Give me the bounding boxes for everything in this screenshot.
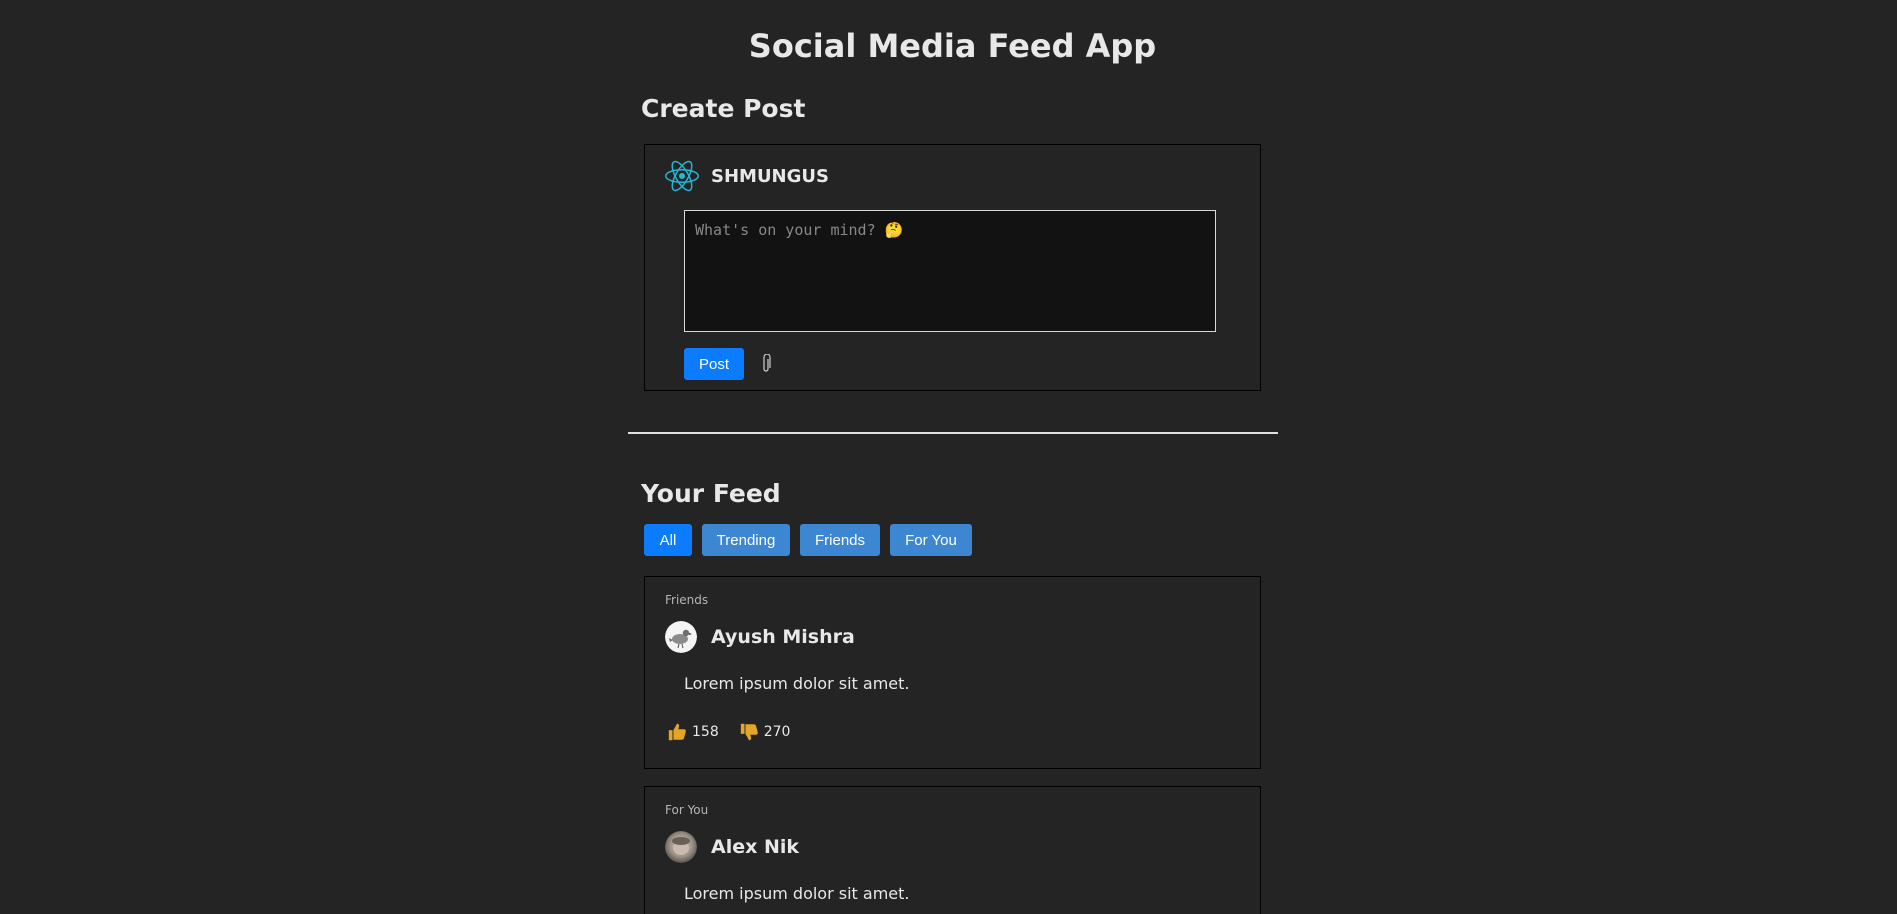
feed-post: For You Alex Nik Lorem ipsum dolor sit a… [644, 786, 1261, 914]
like-count: 158 [692, 724, 719, 740]
post-reactions: 158 270 [667, 721, 810, 743]
app-title: Social Media Feed App [748, 27, 1157, 65]
react-logo-icon [665, 160, 699, 192]
create-post-heading: Create Post [641, 94, 806, 123]
section-divider [628, 432, 1278, 434]
current-user: SHMUNGUS [665, 159, 829, 193]
post-textarea[interactable] [684, 210, 1216, 332]
like-button[interactable]: 158 [667, 721, 719, 743]
author-name: Alex Nik [711, 836, 800, 858]
filter-friends-button[interactable]: Friends [800, 524, 880, 556]
post-button[interactable]: Post [684, 348, 744, 380]
bird-avatar [665, 621, 697, 653]
create-post-card: SHMUNGUS Post [644, 144, 1261, 391]
filter-for-you-button[interactable]: For You [890, 524, 972, 556]
current-username: SHMUNGUS [711, 165, 829, 187]
filter-trending-button[interactable]: Trending [702, 524, 790, 556]
post-text: Lorem ipsum dolor sit amet. [684, 884, 910, 903]
paperclip-icon[interactable] [761, 354, 771, 374]
post-author: Ayush Mishra [665, 621, 855, 653]
thumbs-up-icon [668, 723, 686, 741]
post-author: Alex Nik [665, 831, 799, 863]
post-category: Friends [665, 593, 709, 607]
feed-heading: Your Feed [641, 479, 781, 508]
feed-post: Friends Ayush Mishra Lorem ipsum dolor s… [644, 576, 1261, 769]
dislike-count: 270 [763, 724, 791, 740]
thumbs-down-icon [740, 723, 758, 741]
author-name: Ayush Mishra [711, 626, 855, 648]
dislike-button[interactable]: 270 [739, 721, 791, 743]
feed-filters: All Trending Friends For You [644, 524, 972, 556]
post-category: For You [665, 803, 709, 817]
app-root: Social Media Feed App Create Post SHMUNG… [0, 0, 1897, 914]
filter-all-button[interactable]: All [644, 524, 692, 556]
post-text: Lorem ipsum dolor sit amet. [684, 674, 910, 693]
photo-avatar [665, 831, 697, 863]
